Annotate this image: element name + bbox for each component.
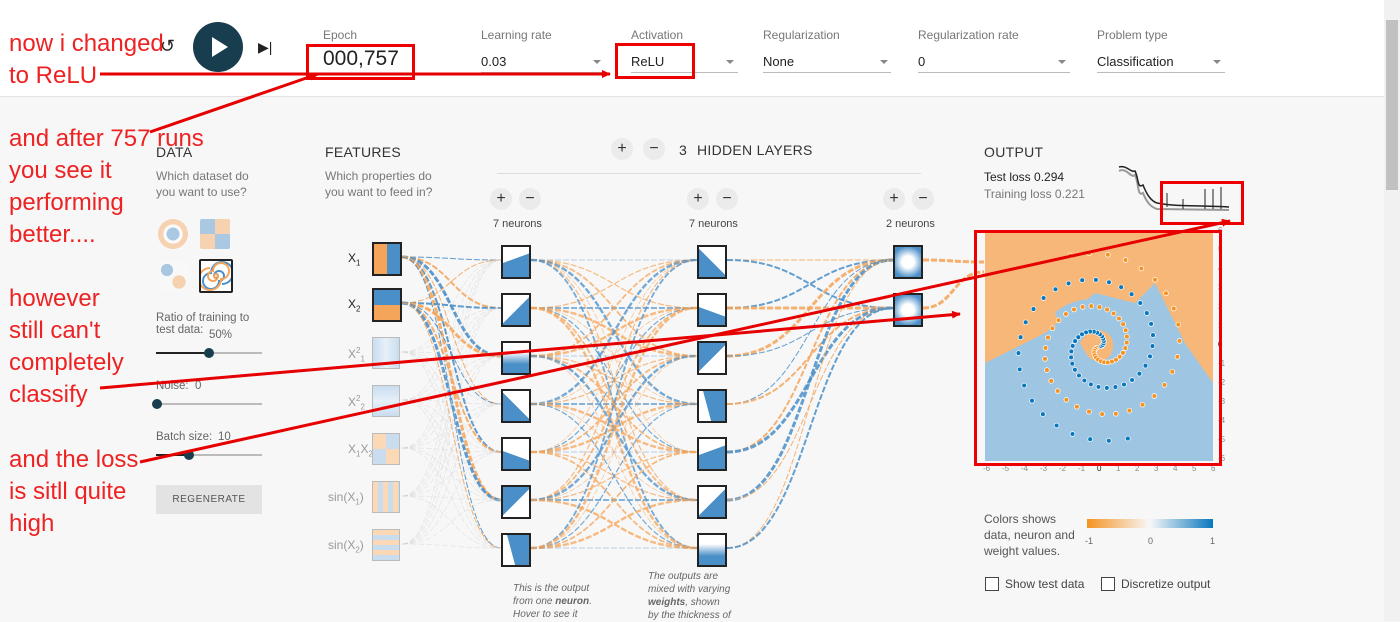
annotation-line: however xyxy=(9,285,100,312)
annotation-line: and the loss xyxy=(9,446,139,473)
annotation-line: is sitll quite xyxy=(9,478,127,505)
annotation-line: you see it xyxy=(9,157,112,184)
annotation-line: better.... xyxy=(9,221,96,248)
annotation-activation: now i changed to ReLU xyxy=(9,28,164,92)
annotation-line: high xyxy=(9,510,55,537)
annotation-line: completely xyxy=(9,349,124,376)
annotation-line: to ReLU xyxy=(9,62,98,89)
annotation-epoch: and after 757 runs you see it performing… xyxy=(9,123,204,251)
annotation-arrows xyxy=(99,70,1231,464)
annotation-line: now i changed xyxy=(9,30,164,57)
annotation-line: still can't xyxy=(9,317,101,344)
annotation-classify: however still can't completely classify xyxy=(9,283,124,411)
annotation-loss: and the loss is sitll quite high xyxy=(9,444,138,540)
annotation-line: performing xyxy=(9,189,124,216)
annotation-line: and after 757 runs xyxy=(9,125,204,152)
annotation-line: classify xyxy=(9,381,88,408)
